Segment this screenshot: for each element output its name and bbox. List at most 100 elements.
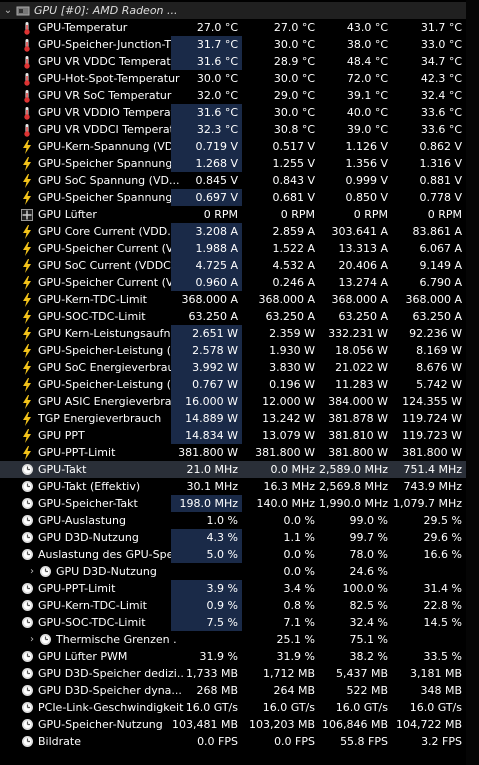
sensor-row[interactable]: GPU-Speicher Spannung ... 0.697 V 0.681 V 0… <box>0 189 479 206</box>
sensor-row[interactable]: GPU VR VDDIO Temperatur 31.6 °C 30.0 °C 40.… <box>0 104 479 121</box>
current-value: 0.960 A <box>171 274 242 291</box>
sensor-row[interactable]: GPU-Speicher-Nutzung 103,481 MB 103,203 MB… <box>0 716 479 733</box>
sensor-row[interactable]: GPU-Speicher-Leistung (... 2.578 W 1.930 W… <box>0 342 479 359</box>
sensor-row[interactable]: GPU D3D-Nutzung 4.3 % 1.1 % 99.7 % 29.6 % <box>0 529 479 546</box>
sensor-row[interactable]: GPU-Speicher-Takt 198.0 MHz 140.0 MHz 1,990… <box>0 495 479 512</box>
avg-value: 3.2 FPS <box>421 735 462 748</box>
sensor-row[interactable]: GPU-Speicher Spannung ... 1.268 V 1.255 V 1… <box>0 155 479 172</box>
min-value: 0.843 V <box>272 174 315 187</box>
current-value: 4.3 % <box>171 529 242 546</box>
avg-value: 31.7 °C <box>420 21 462 34</box>
avg-value: 8.169 W <box>416 344 462 357</box>
sensor-row[interactable]: GPU-Speicher Current (V... 0.960 A 0.246 A… <box>0 274 479 291</box>
sensor-row[interactable]: GPU PPT 14.834 W 13.079 W 381.810 W 119.723 … <box>0 427 479 444</box>
max-value: 106,846 MB <box>321 718 388 731</box>
sensor-row[interactable]: GPU Lüfter PWM 31.9 % 31.9 % 38.2 % 33.5 % <box>0 648 479 665</box>
max-value: 38.0 °C <box>346 38 388 51</box>
avg-value: 0.881 V <box>419 174 462 187</box>
sensor-group-header[interactable]: ⌄ GPU [#0]: AMD Radeon ... <box>0 2 479 19</box>
clock-icon <box>20 684 34 698</box>
current-value: 21.0 MHz <box>186 463 238 476</box>
collapse-icon[interactable]: ⌄ <box>0 2 16 19</box>
clock-icon <box>20 701 34 715</box>
sensor-row[interactable]: GPU SoC Energieverbrau... 3.992 W 3.830 W 2… <box>0 359 479 376</box>
sensor-row[interactable]: GPU VR SoC Temperatur 32.0 °C 29.0 °C 39.1 … <box>0 87 479 104</box>
sensor-row[interactable]: GPU-Temperatur 27.0 °C 27.0 °C 43.0 °C 31.7 … <box>0 19 479 36</box>
clock-icon <box>20 497 34 511</box>
sensor-row[interactable]: GPU Core Current (VDD... 3.208 A 2.859 A 30… <box>0 223 479 240</box>
sensor-name: GPU VR VDDIO Temperatur <box>38 106 184 119</box>
scrollbar[interactable] <box>466 0 479 765</box>
sensor-row[interactable]: GPU D3D-Speicher dyna... 268 MB 264 MB 522 … <box>0 682 479 699</box>
min-value: 29.0 °C <box>273 89 315 102</box>
sensor-row[interactable]: › Thermische Grenzen ... 25.1 % 75.1 % <box>0 631 479 648</box>
sensor-row[interactable]: GPU-Speicher-Junction-T... 31.7 °C 30.0 °C… <box>0 36 479 53</box>
sensor-row[interactable]: GPU-PPT-Limit 3.9 % 3.4 % 100.0 % 31.4 % <box>0 580 479 597</box>
min-value: 28.9 °C <box>273 55 315 68</box>
avg-value: 34.7 °C <box>420 55 462 68</box>
min-value: 13.079 W <box>262 429 315 442</box>
sensor-row[interactable]: GPU-Kern-TDC-Limit 0.9 % 0.8 % 82.5 % 22.8 % <box>0 597 479 614</box>
sensor-row[interactable]: GPU-Kern-TDC-Limit 368.000 A 368.000 A 368.… <box>0 291 479 308</box>
sensor-row[interactable]: GPU Kern-Leistungsaufn... 2.651 W 2.359 W 3… <box>0 325 479 342</box>
max-value: 13.274 A <box>338 276 388 289</box>
max-value: 381.800 W <box>328 446 388 459</box>
min-value: 4.532 A <box>272 259 315 272</box>
avg-value: 104,722 MB <box>395 718 462 731</box>
expand-icon[interactable]: › <box>0 631 38 648</box>
sensor-row[interactable]: GPU-Speicher Current (V... 1.988 A 1.522 A… <box>0 240 479 257</box>
min-value: 0.681 V <box>272 191 315 204</box>
sensor-row[interactable]: GPU SoC Current (VDDC... 4.725 A 4.532 A 20… <box>0 257 479 274</box>
sensor-row[interactable]: GPU-PPT-Limit 381.800 W 381.800 W 381.800 W… <box>0 444 479 461</box>
fan-icon <box>20 208 34 222</box>
current-value: 0.697 V <box>171 189 242 206</box>
sensor-row[interactable]: GPU-Auslastung 1.0 % 0.0 % 99.0 % 29.5 % <box>0 512 479 529</box>
sensor-row[interactable]: Auslastung des GPU-Spe... 5.0 % 0.0 % 78.0 … <box>0 546 479 563</box>
sensor-row[interactable]: GPU-Takt 21.0 MHz 0.0 MHz 2,589.0 MHz 751.4 … <box>0 461 479 478</box>
sensor-row[interactable]: GPU-SOC-TDC-Limit 63.250 A 63.250 A 63.250 … <box>0 308 479 325</box>
max-value: 5,437 MB <box>335 667 388 680</box>
avg-value: 1,079.7 MHz <box>392 497 462 510</box>
min-value: 264 MB <box>273 684 315 697</box>
sensor-row[interactable]: › GPU D3D-Nutzung 0.0 % 24.6 % <box>0 563 479 580</box>
avg-value: 751.4 MHz <box>403 463 462 476</box>
sensor-row[interactable]: GPU-Hot-Spot-Temperatur 30.0 °C 30.0 °C 72.… <box>0 70 479 87</box>
sensor-row[interactable]: GPU Lüfter 0 RPM 0 RPM 0 RPM 0 RPM <box>0 206 479 223</box>
sensor-row[interactable]: GPU SoC Spannung (VD... 0.845 V 0.843 V 0.9… <box>0 172 479 189</box>
sensor-name: GPU VR SoC Temperatur <box>38 89 172 102</box>
sensor-row[interactable]: GPU-Speicher-Leistung (... 0.767 W 0.196 W… <box>0 376 479 393</box>
expand-icon[interactable]: › <box>0 563 38 580</box>
clock-icon <box>38 633 52 647</box>
sensor-name: GPU-Speicher Spannung ... <box>38 157 184 170</box>
max-value: 100.0 % <box>342 582 388 595</box>
max-value: 2,569.8 MHz <box>319 480 389 493</box>
clock-icon <box>20 718 34 732</box>
sensor-row[interactable]: GPU-SOC-TDC-Limit 7.5 % 7.1 % 32.4 % 14.5 % <box>0 614 479 631</box>
sensor-row[interactable]: GPU-Takt (Effektiv) 30.1 MHz 16.3 MHz 2,569… <box>0 478 479 495</box>
sensor-table: ⌄ GPU [#0]: AMD Radeon ... GPU-Temperatu… <box>0 0 479 765</box>
avg-value: 22.8 % <box>423 599 462 612</box>
sensor-row[interactable]: TGP Energieverbrauch 14.889 W 13.242 W 381.… <box>0 410 479 427</box>
sensor-row[interactable]: GPU ASIC Energieverbra... 16.000 W 12.000 … <box>0 393 479 410</box>
max-value: 1,990.0 MHz <box>319 497 389 510</box>
sensor-row[interactable]: PCIe-Link-Geschwindigkeit 16.0 GT/s 16.0 G… <box>0 699 479 716</box>
avg-value: 3,181 MB <box>409 667 462 680</box>
avg-value: 348 MB <box>420 684 462 697</box>
sensor-row[interactable]: GPU-Kern-Spannung (VD... 0.719 V 0.517 V 1.… <box>0 138 479 155</box>
max-value: 384.000 W <box>328 395 388 408</box>
sensor-row[interactable]: GPU VR VDDCI Temperatur 32.3 °C 30.8 °C 39.… <box>0 121 479 138</box>
max-value: 40.0 °C <box>346 106 388 119</box>
max-value: 303.641 A <box>331 225 388 238</box>
current-value: 32.3 °C <box>171 121 242 138</box>
max-value: 24.6 % <box>349 565 388 578</box>
min-value: 1.522 A <box>272 242 315 255</box>
avg-value: 124.355 W <box>402 395 462 408</box>
avg-value: 33.6 °C <box>420 123 462 136</box>
avg-value: 29.5 % <box>423 514 462 527</box>
sensor-name: GPU-PPT-Limit <box>38 582 116 595</box>
sensor-row[interactable]: Bildrate 0.0 FPS 0.0 FPS 55.8 FPS 3.2 FPS <box>0 733 479 750</box>
clock-icon <box>20 531 34 545</box>
sensor-row[interactable]: GPU VR VDDC Temperatur 31.6 °C 28.9 °C 48.4… <box>0 53 479 70</box>
sensor-row[interactable]: GPU D3D-Speicher dedizi... 1,733 MB 1,712 … <box>0 665 479 682</box>
lightning-icon <box>20 156 34 171</box>
